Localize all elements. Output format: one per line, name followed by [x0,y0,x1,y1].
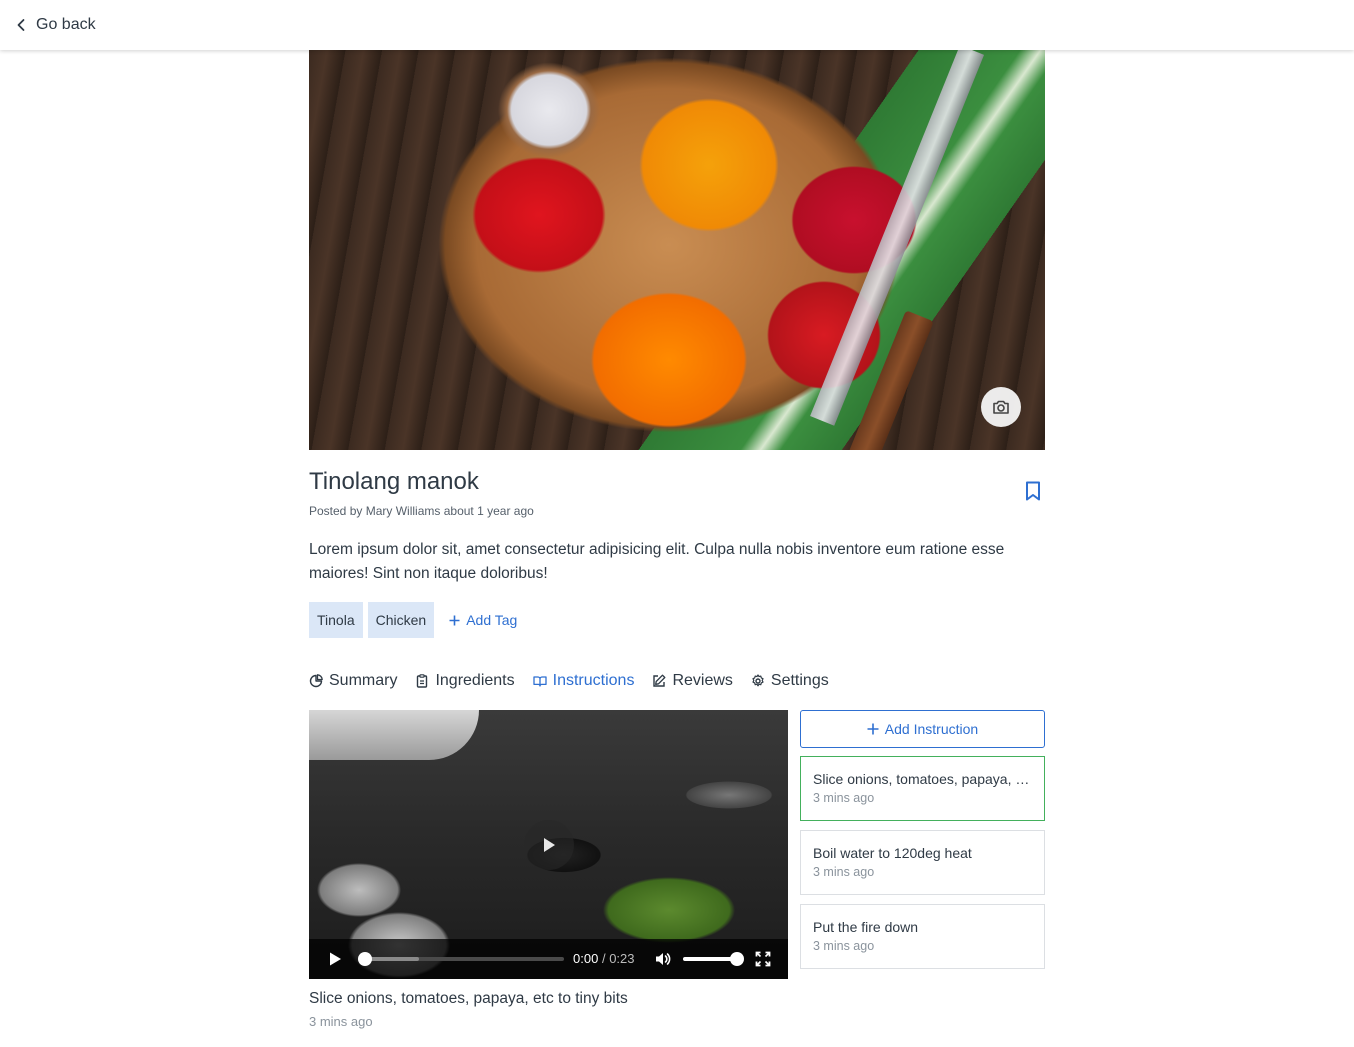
tab-label: Ingredients [435,672,515,689]
edit-icon [653,674,666,687]
current-time: 0:00 [573,951,599,966]
change-cover-button[interactable] [981,387,1021,427]
recipe-tabs: Summary Ingredients Instructions Reviews… [309,672,829,690]
chevron-left-icon [17,19,25,31]
tab-ingredients[interactable]: Ingredients [415,672,515,690]
top-bar: Go back [0,0,1354,50]
plus-icon [867,723,879,735]
seek-thumb[interactable] [358,952,372,966]
instruction-time: 3 mins ago [813,939,875,953]
add-tag-button[interactable]: Add Tag [449,612,517,628]
volume-thumb[interactable] [730,952,744,966]
pie-chart-icon [309,674,323,688]
play-icon[interactable] [327,951,343,967]
posted-by: Posted by Mary Williams about 1 year ago [309,504,534,518]
instruction-text: Boil water to 120deg heat [813,845,972,861]
add-tag-label: Add Tag [466,612,518,628]
instruction-item[interactable]: Put the fire down 3 mins ago [800,904,1045,969]
go-back-button[interactable]: Go back [14,16,96,34]
current-instruction-time: 3 mins ago [309,1014,373,1029]
tab-label: Summary [329,672,398,689]
tab-label: Reviews [672,672,733,689]
video-time: 0:00 / 0:23 [573,951,635,966]
time-separator: / [601,951,606,966]
plus-icon [449,615,460,625]
instruction-time: 3 mins ago [813,865,875,879]
tag-list: Tinola Chicken Add Tag [309,602,517,638]
chef-shape [309,710,479,760]
instruction-text: Put the fire down [813,919,919,935]
tab-instructions[interactable]: Instructions [532,672,635,690]
play-icon [544,838,555,852]
gear-icon [752,674,764,687]
author-name: Mary Williams [365,504,441,518]
current-instruction-text: Slice onions, tomatoes, papaya, etc to t… [309,990,628,1007]
tab-settings[interactable]: Settings [751,672,829,690]
go-back-label: Go back [36,16,96,33]
fullscreen-icon[interactable] [755,951,771,967]
tab-summary[interactable]: Summary [309,672,397,690]
tab-reviews[interactable]: Reviews [652,672,733,690]
clipboard-icon [417,674,428,688]
video-controls: 0:00 / 0:23 [309,939,788,979]
book-open-icon [532,676,547,687]
posted-time: about 1 year ago [443,504,534,518]
tab-label: Settings [770,672,829,689]
posted-prefix: Posted by [309,504,363,518]
instruction-item[interactable]: Boil water to 120deg heat 3 mins ago [800,830,1045,895]
video-center-play-button[interactable] [524,820,574,870]
add-instruction-label: Add Instruction [884,721,979,737]
camera-icon [993,400,1009,414]
recipe-description: Lorem ipsum dolor sit, amet consectetur … [309,541,1005,582]
bookmark-icon[interactable] [1022,480,1044,502]
video-seek-bar[interactable] [358,952,564,966]
add-instruction-button[interactable]: Add Instruction [800,710,1045,748]
tag-chip[interactable]: Chicken [367,602,435,638]
instruction-video[interactable]: 0:00 / 0:23 [309,710,788,979]
volume-slider[interactable] [683,952,744,966]
volume-icon[interactable] [654,950,672,968]
duration: 0:23 [609,951,635,966]
instruction-item[interactable]: Slice onions, tomatoes, papaya, etc to t… [800,756,1045,821]
recipe-cover-image [309,50,1045,450]
instruction-text: Slice onions, tomatoes, papaya, etc to t… [813,771,1032,787]
recipe-title: Tinolang manok [309,468,479,495]
tab-label: Instructions [552,672,635,689]
tag-chip[interactable]: Tinola [309,602,363,638]
instruction-time: 3 mins ago [813,791,875,805]
